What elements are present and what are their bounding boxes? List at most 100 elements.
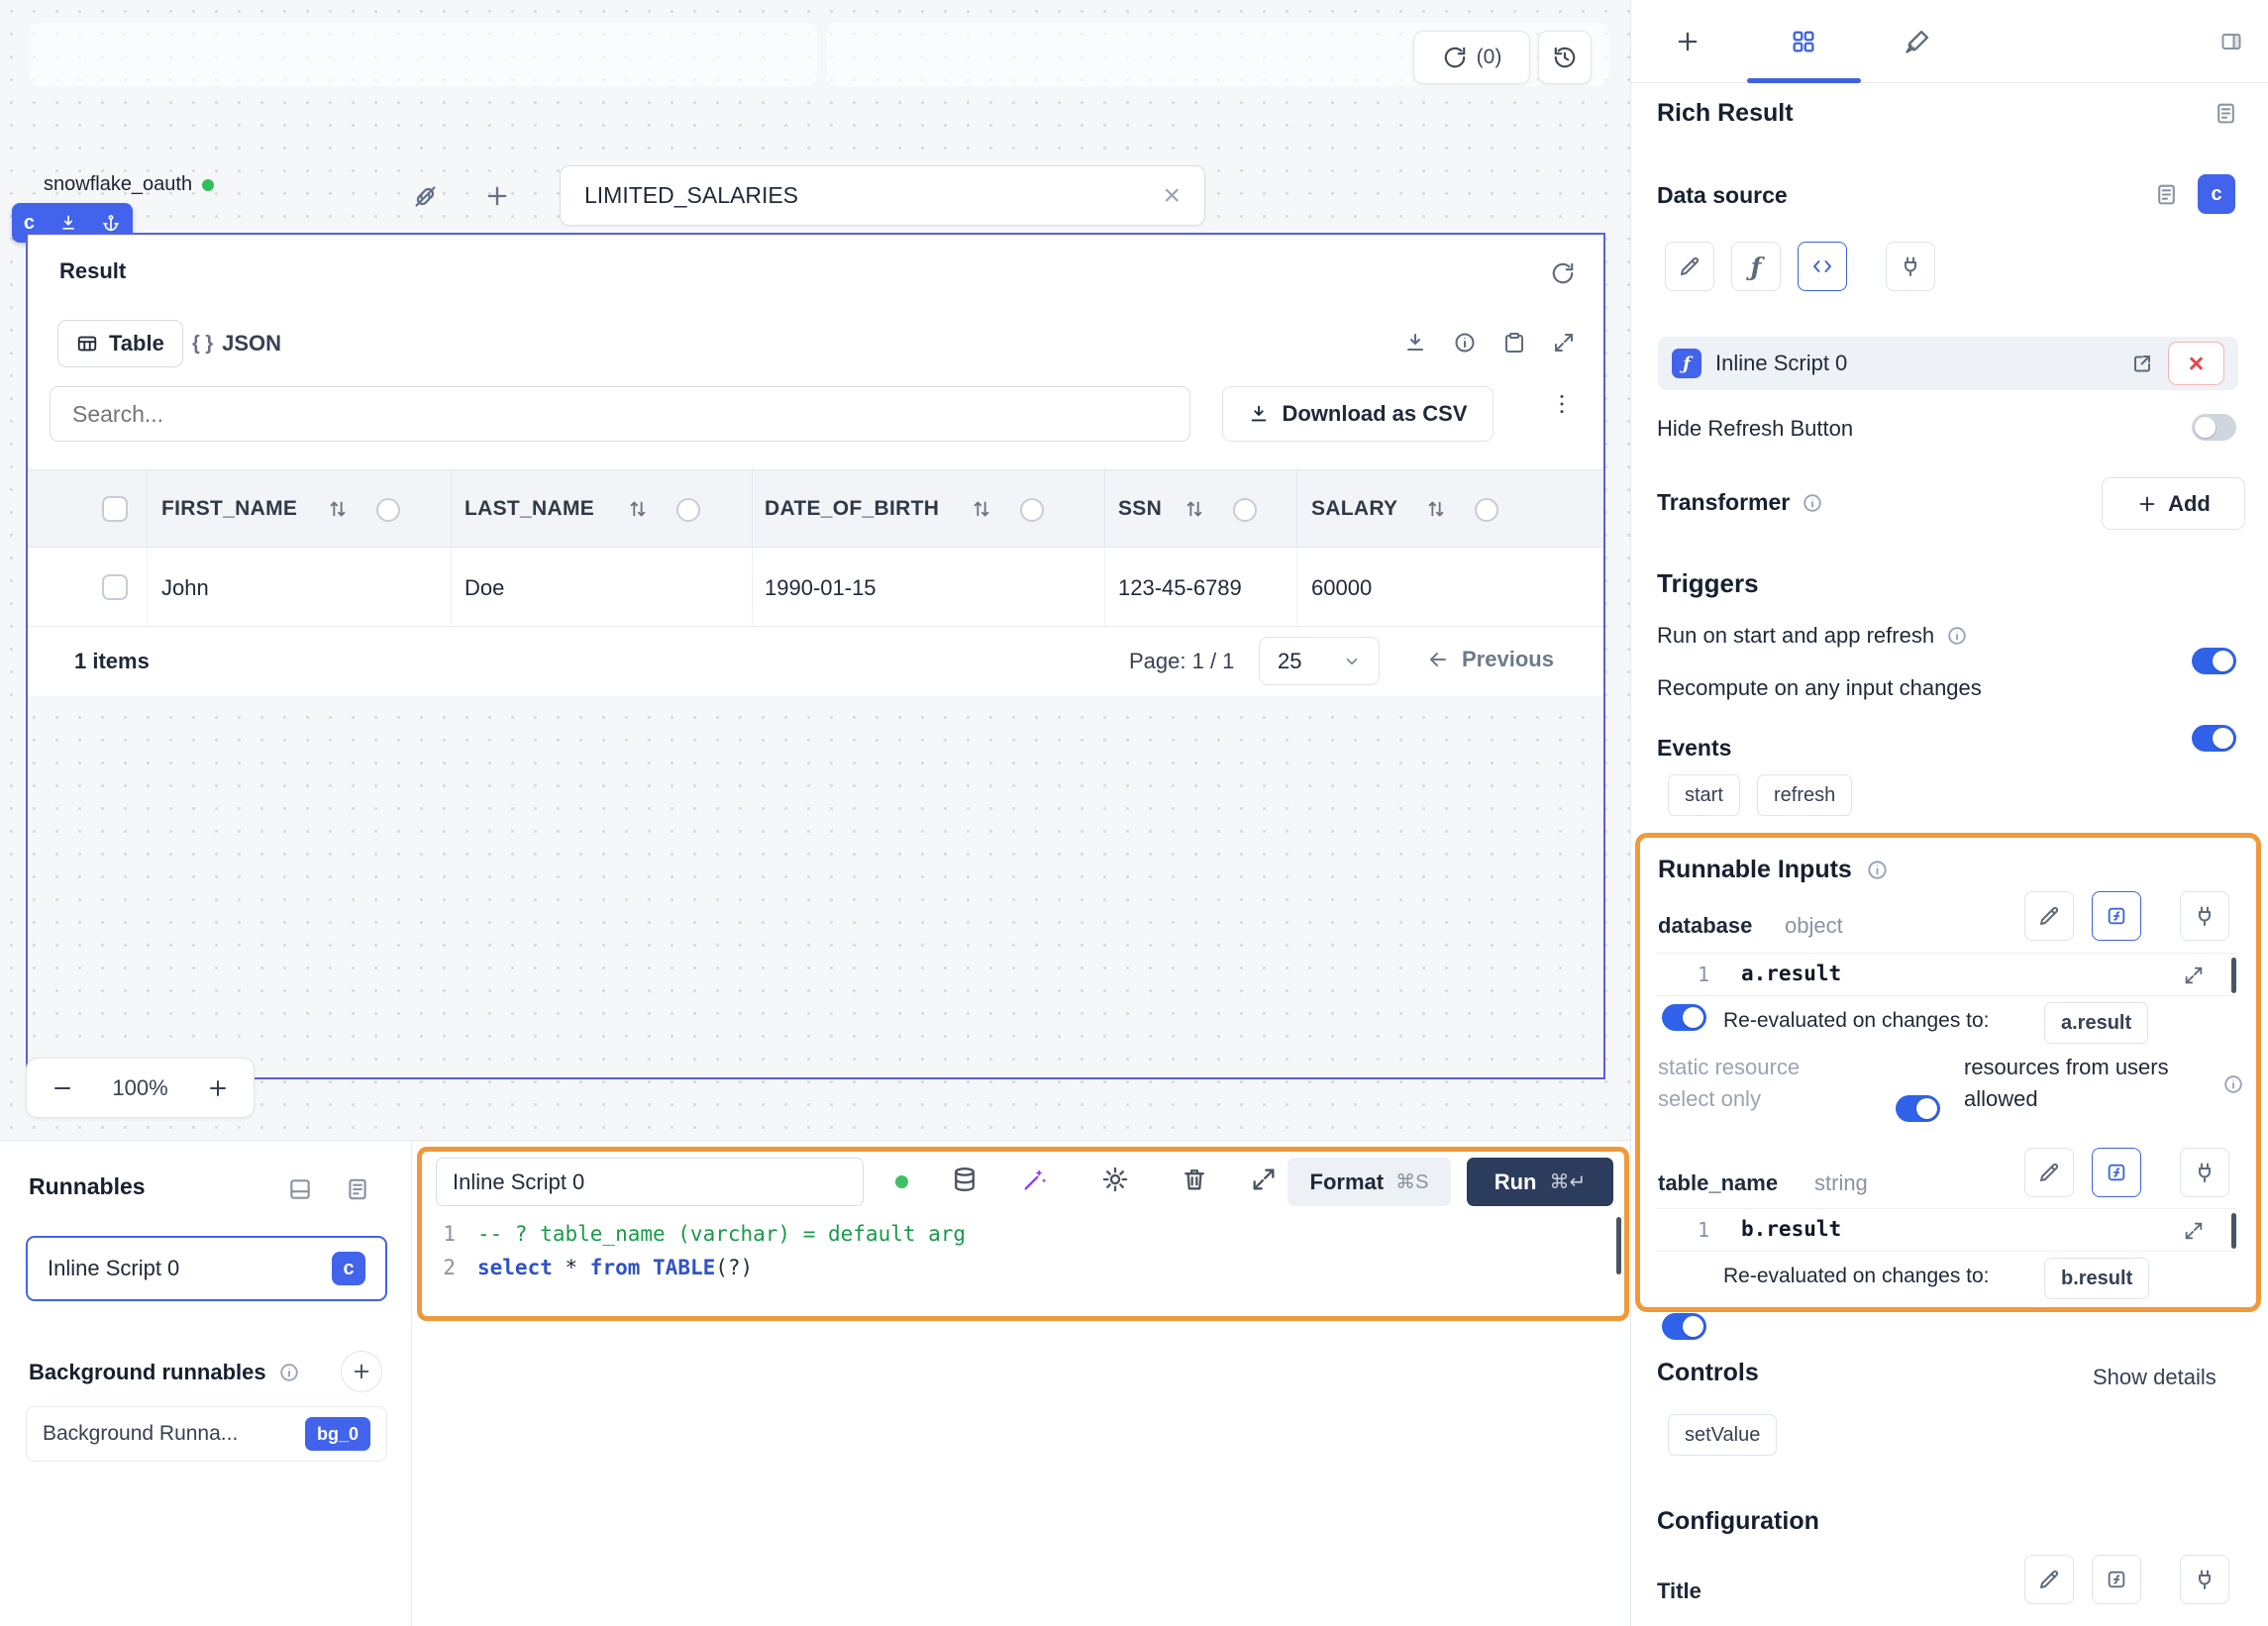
- copy-icon[interactable]: [1502, 331, 1526, 355]
- clear-icon[interactable]: ×: [1163, 181, 1181, 211]
- resources-allowed-toggle[interactable]: [1896, 1095, 1940, 1122]
- components-tab-icon[interactable]: [1790, 28, 1817, 55]
- info-icon[interactable]: [1946, 625, 1968, 647]
- run-on-start-toggle[interactable]: [2192, 648, 2236, 674]
- previous-page-button[interactable]: Previous: [1426, 647, 1554, 672]
- panel-right-icon[interactable]: [2219, 30, 2243, 53]
- external-link-icon[interactable]: [2130, 352, 2154, 375]
- title-function-button[interactable]: [2092, 1555, 2141, 1604]
- page-size-select[interactable]: 25: [1259, 637, 1380, 685]
- event-chip-start[interactable]: start: [1668, 774, 1740, 816]
- column-header[interactable]: SALARY: [1311, 497, 1397, 521]
- sort-icon[interactable]: [327, 498, 349, 520]
- column-header[interactable]: FIRST_NAME: [161, 497, 297, 521]
- bound-script-chip[interactable]: ƒ Inline Script 0 ×: [1658, 337, 2238, 390]
- sort-icon[interactable]: [1425, 498, 1447, 520]
- input1-code-field[interactable]: 1 a.result: [1656, 953, 2236, 996]
- title-plug-button[interactable]: [2180, 1555, 2229, 1604]
- zoom-in-button[interactable]: [206, 1076, 230, 1100]
- docs-icon[interactable]: [2214, 101, 2238, 126]
- info-icon[interactable]: [2222, 1073, 2244, 1095]
- table-search-input[interactable]: [50, 386, 1190, 442]
- sort-icon[interactable]: [627, 498, 649, 520]
- format-button[interactable]: Format ⌘S: [1288, 1158, 1451, 1206]
- column-toggle[interactable]: [676, 498, 700, 522]
- sort-icon[interactable]: [971, 498, 992, 520]
- style-brush-tab-icon[interactable]: [1904, 28, 1931, 55]
- history-button[interactable]: [1538, 31, 1592, 84]
- anchor-icon[interactable]: [101, 213, 121, 233]
- add-transformer-button[interactable]: Add: [2102, 477, 2245, 530]
- event-chip-refresh[interactable]: refresh: [1757, 774, 1852, 816]
- input1-reeval-chip[interactable]: a.result: [2044, 1002, 2148, 1044]
- code-line-2[interactable]: 2 select * from TABLE(?): [422, 1251, 753, 1284]
- refresh-queries-button[interactable]: (0): [1413, 31, 1530, 84]
- recompute-toggle[interactable]: [2192, 725, 2236, 752]
- input2-code-field[interactable]: 1 b.result: [1656, 1208, 2236, 1252]
- row-checkbox[interactable]: [102, 574, 128, 600]
- mode-code-button[interactable]: [1798, 242, 1847, 291]
- table-select-input[interactable]: LIMITED_SALARIES ×: [560, 165, 1205, 226]
- runnable-item-inline-script[interactable]: Inline Script 0 c: [26, 1236, 387, 1301]
- table-row[interactable]: John Doe 1990-01-15 123-45-6789 60000: [28, 548, 1603, 627]
- column-toggle[interactable]: [376, 498, 400, 522]
- column-toggle[interactable]: [1020, 498, 1044, 522]
- result-refresh-button[interactable]: [1550, 260, 1576, 286]
- input1-literal-button[interactable]: [2024, 891, 2074, 941]
- column-header[interactable]: DATE_OF_BIRTH: [765, 497, 939, 521]
- zoom-out-button[interactable]: [51, 1076, 74, 1100]
- trash-icon[interactable]: [1181, 1166, 1208, 1193]
- title-literal-button[interactable]: [2024, 1555, 2074, 1604]
- column-toggle[interactable]: [1475, 498, 1498, 522]
- input2-reeval-toggle[interactable]: [1662, 1313, 1706, 1340]
- insert-tab-plus-icon[interactable]: [1674, 28, 1701, 55]
- move-down-icon[interactable]: [58, 213, 78, 233]
- input2-function-button[interactable]: [2092, 1148, 2141, 1197]
- table-menu-button[interactable]: [1549, 391, 1575, 417]
- input1-plug-button[interactable]: [2180, 891, 2229, 941]
- select-all-checkbox[interactable]: [102, 496, 128, 522]
- collapse-panel-icon[interactable]: [287, 1176, 313, 1202]
- field-scrollbar[interactable]: [2231, 958, 2236, 993]
- add-datasource-button[interactable]: [475, 174, 519, 218]
- input2-plug-button[interactable]: [2180, 1148, 2229, 1197]
- rich-result-component[interactable]: Result Table { } JSON: [26, 233, 1605, 1079]
- column-header[interactable]: LAST_NAME: [464, 497, 594, 521]
- background-runnable-item[interactable]: Background Runna... bg_0: [26, 1406, 387, 1462]
- data-source-badge[interactable]: c: [2198, 174, 2235, 214]
- run-button[interactable]: Run ⌘↵: [1467, 1158, 1613, 1206]
- expand-icon[interactable]: [1552, 331, 1576, 355]
- mode-plug-button[interactable]: [1886, 242, 1935, 291]
- input1-function-button[interactable]: [2092, 891, 2141, 941]
- input2-reeval-chip[interactable]: b.result: [2044, 1258, 2149, 1299]
- remove-script-button[interactable]: ×: [2168, 342, 2224, 385]
- field-scrollbar[interactable]: [2231, 1213, 2236, 1249]
- download-csv-button[interactable]: Download as CSV: [1222, 386, 1494, 442]
- input1-reeval-toggle[interactable]: [1662, 1004, 1706, 1031]
- column-toggle[interactable]: [1233, 498, 1257, 522]
- magic-wand-icon[interactable]: [1021, 1166, 1049, 1193]
- mode-function-button[interactable]: ƒ: [1731, 242, 1781, 291]
- expand-icon[interactable]: [1250, 1166, 1278, 1193]
- editor-canvas[interactable]: (0) snowflake_oauth c LIMITED_SALARIES ×: [0, 0, 1630, 1140]
- settings-gear-icon[interactable]: [1101, 1166, 1129, 1193]
- column-header[interactable]: SSN: [1118, 497, 1162, 521]
- sort-icon[interactable]: [1184, 498, 1205, 520]
- control-chip-setvalue[interactable]: setValue: [1668, 1414, 1777, 1456]
- add-background-runnable-button[interactable]: [341, 1351, 382, 1392]
- script-name-input[interactable]: [436, 1158, 864, 1206]
- database-icon[interactable]: [951, 1166, 979, 1193]
- unlink-button[interactable]: [403, 174, 447, 218]
- info-icon[interactable]: [1802, 492, 1823, 514]
- mode-literal-button[interactable]: [1665, 242, 1714, 291]
- info-icon[interactable]: [1453, 331, 1477, 355]
- tab-table[interactable]: Table: [57, 320, 183, 367]
- show-details-link[interactable]: Show details: [2093, 1365, 2216, 1390]
- input2-literal-button[interactable]: [2024, 1148, 2074, 1197]
- hide-refresh-toggle[interactable]: [2192, 414, 2236, 441]
- script-list-icon[interactable]: [2154, 182, 2179, 207]
- expand-icon[interactable]: [2183, 1220, 2205, 1242]
- list-icon[interactable]: [345, 1176, 370, 1202]
- code-line-1[interactable]: 1 -- ? table_name (varchar) = default ar…: [422, 1217, 966, 1251]
- download-icon[interactable]: [1403, 331, 1427, 355]
